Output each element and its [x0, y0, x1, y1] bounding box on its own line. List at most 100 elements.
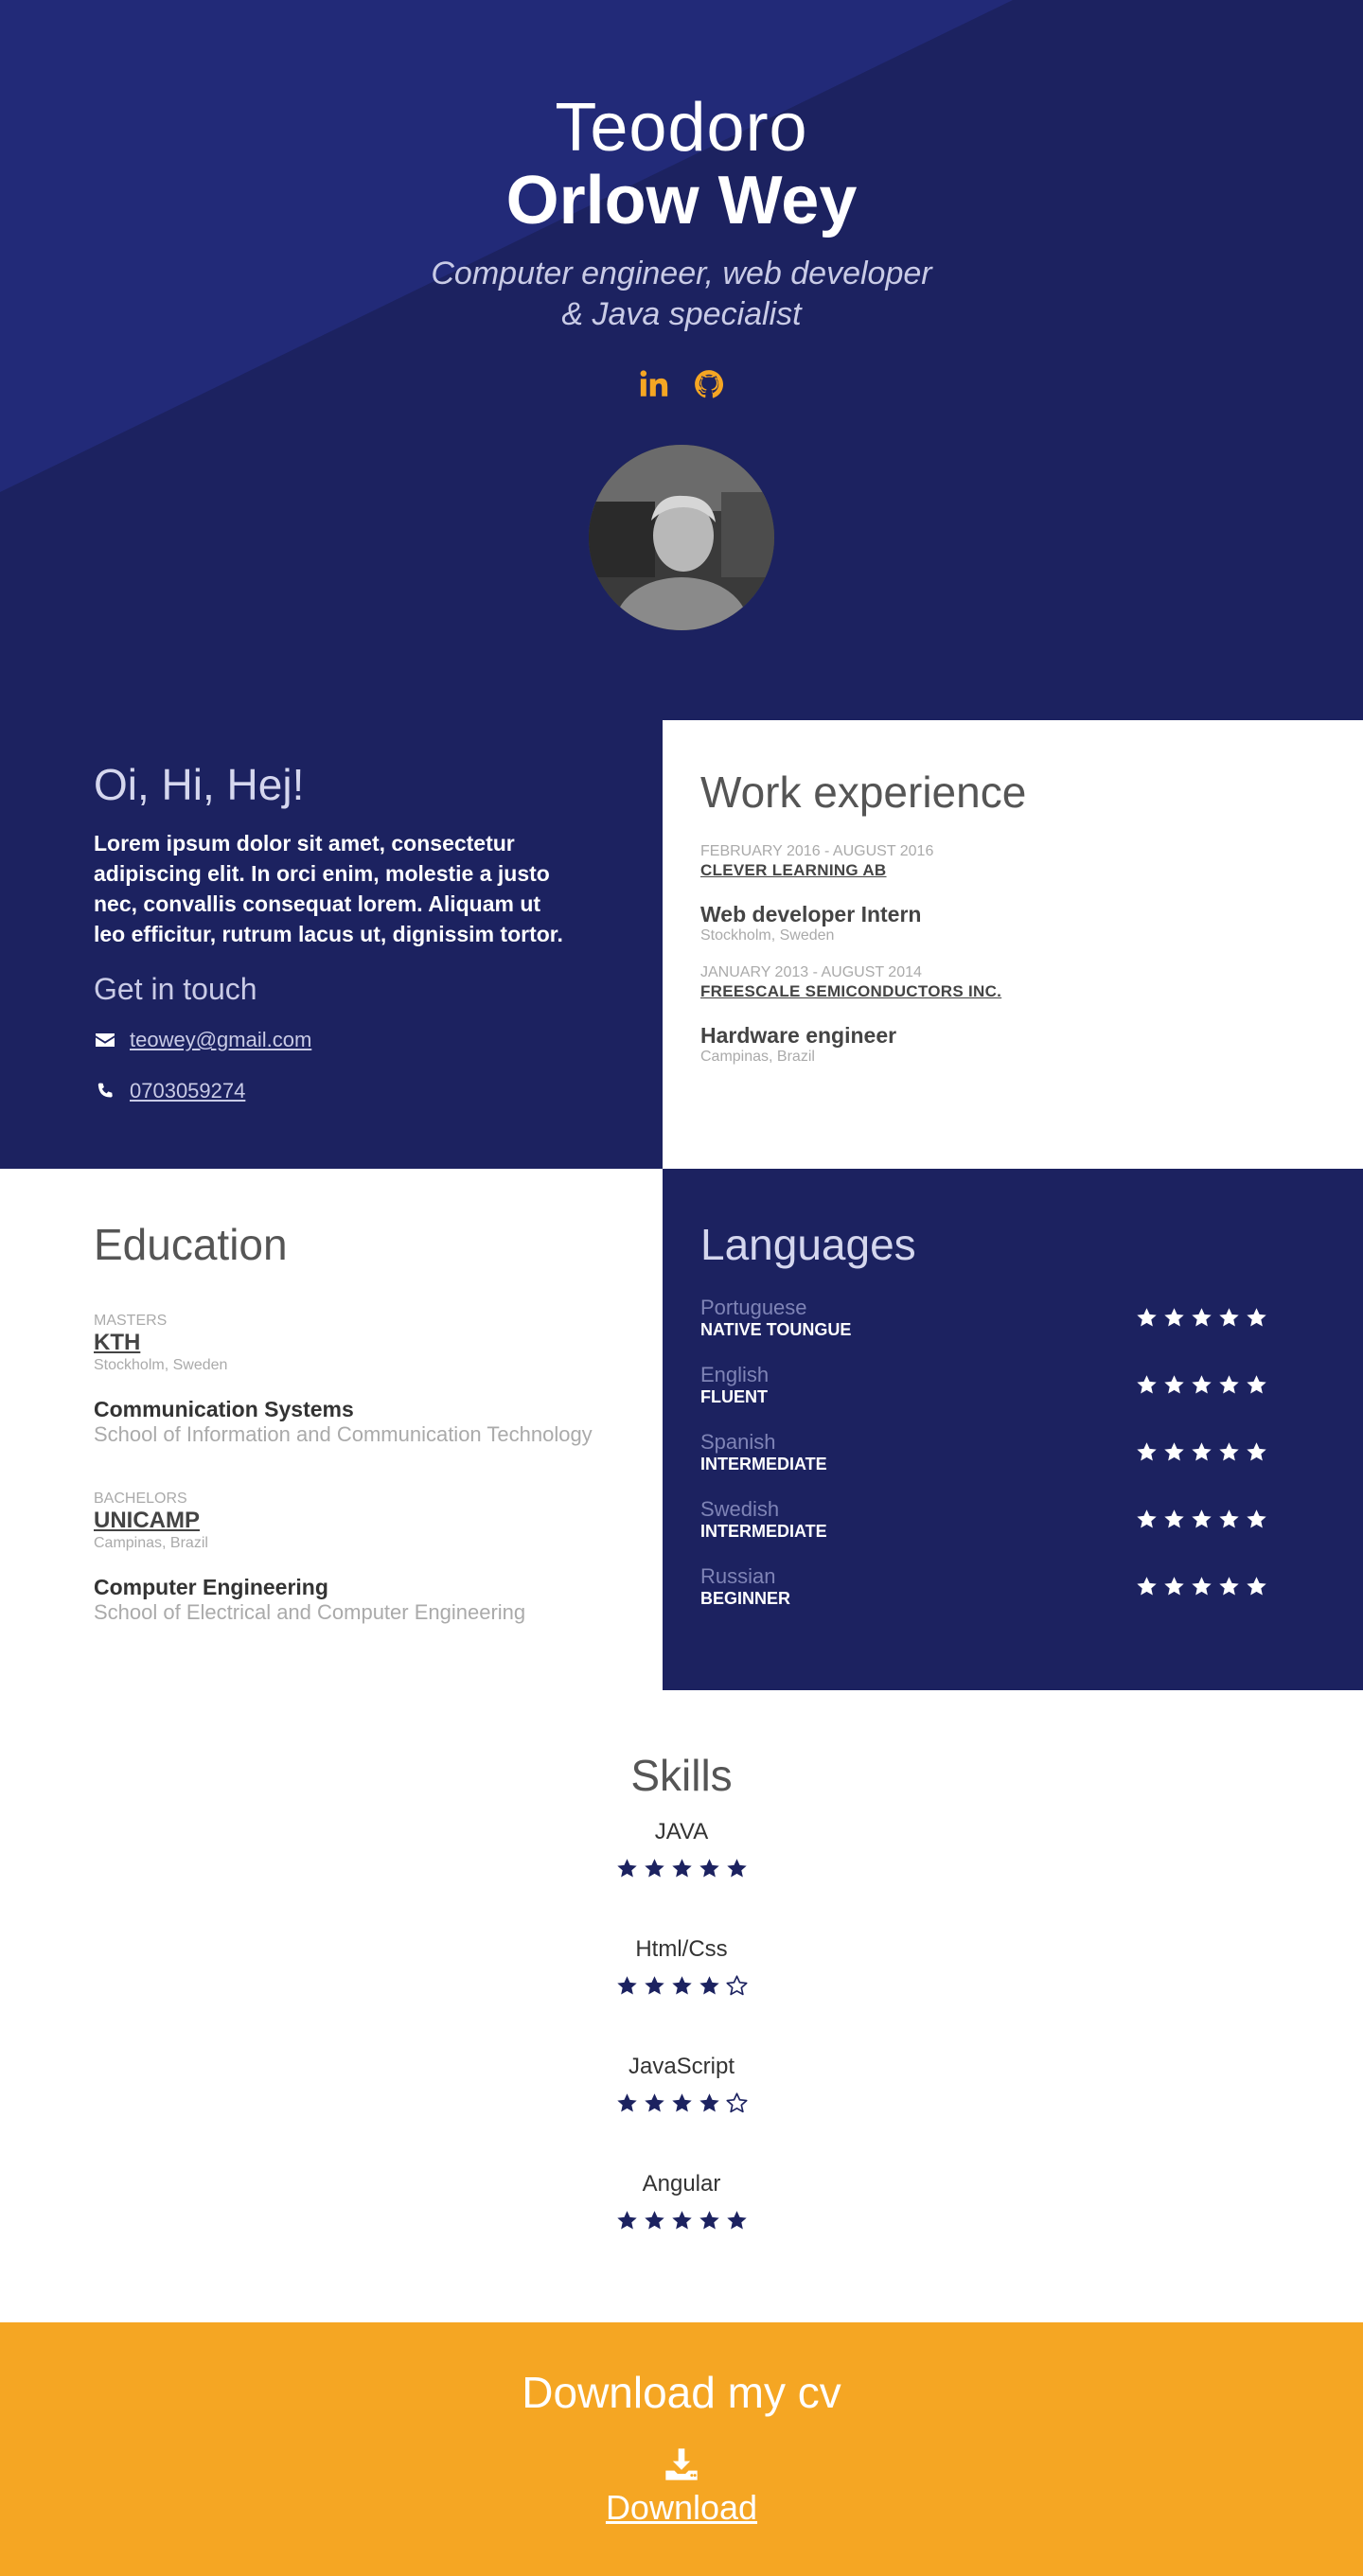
job-place: Campinas, Brazil [700, 1049, 815, 1065]
star-filled-icon [616, 1859, 637, 1878]
skills-title: Skills [630, 1751, 733, 1800]
language-name: English [700, 1362, 770, 1386]
download-title: Download my cv [522, 2368, 841, 2417]
star-filled-icon [671, 2093, 692, 2112]
star-filled-icon [1137, 1509, 1157, 1528]
language-name: Swedish [700, 1496, 780, 1521]
language-rating [1135, 1508, 1268, 1531]
skill-name: Html/Css [635, 1936, 728, 1962]
hero-section: Teodoro Orlow Wey Computer engineer, web… [0, 0, 1363, 720]
language-rating [1135, 1575, 1268, 1598]
work-experience-title: Work experience [700, 768, 1027, 817]
language-level: INTERMEDIATE [700, 1454, 827, 1473]
star-filled-icon [644, 2093, 664, 2112]
star-filled-icon [644, 1859, 664, 1878]
skill-rating [0, 2209, 1363, 2232]
education-place: Stockholm, Sweden [94, 1357, 228, 1373]
star-filled-icon [1247, 1375, 1266, 1394]
get-in-touch-title: Get in touch [94, 972, 257, 1006]
education-faculty: School of Information and Communication … [94, 1422, 593, 1446]
star-filled-icon [1219, 1509, 1239, 1528]
language-level: NATIVE TOUNGUE [700, 1319, 852, 1339]
language-level: FLUENT [700, 1386, 768, 1406]
languages-panel: Languages Portuguese NATIVE TOUNGUE Engli… [663, 1169, 1363, 1690]
star-filled-icon [699, 1859, 719, 1878]
star-filled-icon [1164, 1442, 1184, 1461]
star-filled-icon [1192, 1509, 1212, 1528]
star-filled-icon [1164, 1375, 1184, 1394]
star-filled-icon [1247, 1442, 1266, 1461]
star-filled-icon [1219, 1375, 1239, 1394]
linkedin-icon[interactable] [637, 367, 671, 401]
email-link[interactable]: teowey@gmail.com [130, 1028, 311, 1052]
star-filled-icon [1247, 1509, 1266, 1528]
star-filled-icon [699, 2211, 719, 2230]
education-faculty: School of Electrical and Computer Engine… [94, 1600, 526, 1624]
language-item: Russian BEGINNER [700, 1553, 1268, 1620]
job-item: FEBRUARY 2016 - AUGUST 2016 CLEVER LEARN… [700, 843, 1363, 945]
star-filled-icon [1137, 1375, 1157, 1394]
language-level: BEGINNER [700, 1588, 791, 1608]
job-role: Hardware engineer [700, 1023, 897, 1048]
star-filled-icon [616, 2093, 637, 2112]
star-filled-icon [699, 1976, 719, 1995]
star-filled-icon [1164, 1308, 1184, 1327]
star-filled-icon [671, 1976, 692, 1995]
language-level: INTERMEDIATE [700, 1521, 827, 1541]
star-filled-icon [1192, 1375, 1212, 1394]
star-filled-icon [1219, 1577, 1239, 1596]
download-link[interactable]: Download [606, 2488, 757, 2528]
star-filled-icon [644, 2211, 664, 2230]
star-filled-icon [1192, 1308, 1212, 1327]
tagline-line-2: & Java specialist [561, 296, 802, 332]
star-filled-icon [1247, 1577, 1266, 1596]
star-filled-icon [1192, 1442, 1212, 1461]
star-filled-icon [1219, 1442, 1239, 1461]
education-degree: MASTERS [94, 1313, 168, 1329]
education-degree: BACHELORS [94, 1491, 187, 1507]
contact-email: teowey@gmail.com [94, 1021, 663, 1059]
download-section: Download my cv Download [0, 2322, 1363, 2576]
skill-name: Angular [642, 2171, 721, 2197]
star-filled-icon [616, 1976, 637, 1995]
star-filled-icon [726, 1859, 747, 1878]
star-filled-icon [671, 2211, 692, 2230]
star-filled-icon [1137, 1442, 1157, 1461]
star-empty-icon [725, 1975, 748, 1996]
education-title: Education [94, 1220, 288, 1269]
download-icon[interactable] [663, 2445, 700, 2483]
language-item: Swedish INTERMEDIATE [700, 1486, 1268, 1553]
work-panel: Work experience FEBRUARY 2016 - AUGUST 2… [663, 720, 1363, 1169]
languages-title: Languages [700, 1220, 916, 1269]
languages-list: Portuguese NATIVE TOUNGUE English FLUENT S… [700, 1284, 1268, 1620]
education-languages-row: Education MASTERS KTH Stockholm, Sweden … [0, 1169, 1363, 1690]
language-rating [1135, 1373, 1268, 1397]
job-company[interactable]: CLEVER LEARNING AB [700, 860, 1363, 881]
github-icon[interactable] [692, 367, 726, 401]
job-company[interactable]: FREESCALE SEMICONDUCTORS INC. [700, 981, 1363, 1002]
education-school[interactable]: KTH [94, 1330, 663, 1356]
last-name: Orlow Wey [505, 163, 858, 238]
skill-rating [0, 2091, 1363, 2115]
skill-rating [0, 1857, 1363, 1880]
intro-work-row: Oi, Hi, Hej! Lorem ipsum dolor sit amet,… [0, 720, 1363, 1169]
job-item: JANUARY 2013 - AUGUST 2014 FREESCALE SEM… [700, 964, 1363, 1067]
star-filled-icon [671, 1859, 692, 1878]
intro-title: Oi, Hi, Hej! [94, 760, 305, 809]
language-name: Spanish [700, 1429, 776, 1454]
language-name: Russian [700, 1563, 776, 1588]
language-rating [1135, 1306, 1268, 1330]
intro-text: Lorem ipsum dolor sit amet, consectetur … [94, 831, 563, 946]
skill-item: JAVA [0, 1813, 1363, 1919]
education-school[interactable]: UNICAMP [94, 1508, 663, 1534]
tagline-line-1: Computer engineer, web developer [431, 256, 932, 291]
job-place: Stockholm, Sweden [700, 927, 835, 944]
phone-link[interactable]: 0703059274 [130, 1079, 245, 1103]
job-role: Web developer Intern [700, 902, 922, 926]
language-name: Portuguese [700, 1295, 807, 1319]
education-item: BACHELORS UNICAMP Campinas, Brazil Compu… [94, 1491, 663, 1625]
education-panel: Education MASTERS KTH Stockholm, Sweden … [0, 1169, 663, 1690]
skill-item: Html/Css [0, 1931, 1363, 2037]
language-item: Portuguese NATIVE TOUNGUE [700, 1284, 1268, 1351]
envelope-icon [96, 1033, 115, 1047]
